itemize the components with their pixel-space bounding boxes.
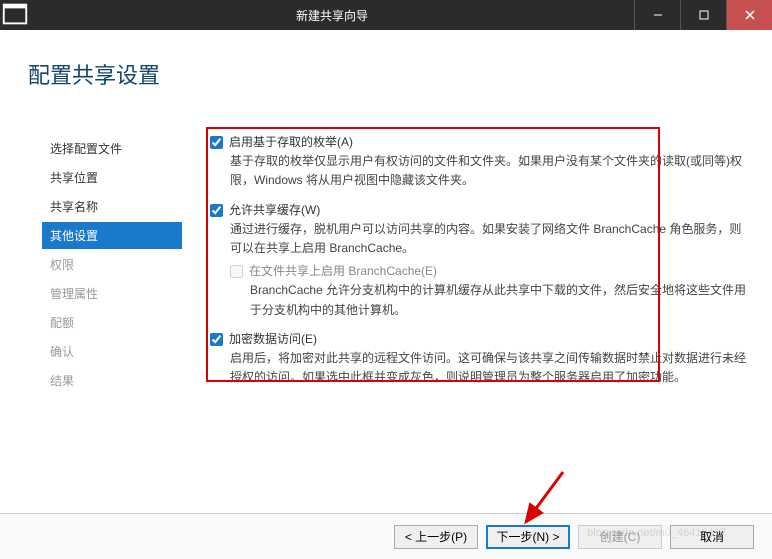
step-quota: 配额 [42, 309, 182, 336]
titlebar: 新建共享向导 [0, 0, 772, 30]
checkbox-access-enumeration[interactable] [210, 136, 223, 149]
option-branchcache: 在文件共享上启用 BranchCache(E) BranchCache 允许分支… [230, 262, 748, 320]
window-controls [634, 0, 772, 30]
step-confirm: 确认 [42, 338, 182, 365]
app-icon [0, 0, 30, 32]
page-title: 配置共享设置 [28, 58, 160, 90]
label-encrypt-data: 加密数据访问(E) [229, 330, 317, 349]
option-allow-caching: 允许共享缓存(W) 通过进行缓存，脱机用户可以访问共享的内容。如果安装了网络文件… [210, 201, 748, 320]
minimize-button[interactable] [634, 0, 680, 30]
label-access-enumeration: 启用基于存取的枚举(A) [229, 133, 353, 152]
step-share-location[interactable]: 共享位置 [42, 164, 182, 191]
maximize-button[interactable] [680, 0, 726, 30]
desc-allow-caching: 通过进行缓存，脱机用户可以访问共享的内容。如果安装了网络文件 BranchCac… [230, 220, 748, 258]
next-button[interactable]: 下一步(N) > [486, 525, 570, 549]
checkbox-branchcache [230, 265, 243, 278]
label-allow-caching: 允许共享缓存(W) [229, 201, 320, 220]
step-permissions: 权限 [42, 251, 182, 278]
close-button[interactable] [726, 0, 772, 30]
step-result: 结果 [42, 367, 182, 394]
option-access-based-enumeration: 启用基于存取的枚举(A) 基于存取的枚举仅显示用户有权访问的文件和文件夹。如果用… [210, 133, 748, 191]
create-button: 创建(C) [578, 525, 662, 549]
wizard-footer: < 上一步(P) 下一步(N) > 创建(C) 取消 [0, 513, 772, 559]
settings-panel: 启用基于存取的枚举(A) 基于存取的枚举仅显示用户有权访问的文件和文件夹。如果用… [210, 133, 748, 397]
content-area: 配置共享设置 选择配置文件 共享位置 共享名称 其他设置 权限 管理属性 配额 … [0, 30, 772, 559]
window-title: 新建共享向导 [30, 7, 634, 24]
checkbox-encrypt-data[interactable] [210, 333, 223, 346]
previous-button[interactable]: < 上一步(P) [394, 525, 478, 549]
step-other-settings[interactable]: 其他设置 [42, 222, 182, 249]
checkbox-allow-caching[interactable] [210, 204, 223, 217]
option-encrypt-data: 加密数据访问(E) 启用后，将加密对此共享的远程文件访问。这可确保与该共享之间传… [210, 330, 748, 388]
wizard-steps: 选择配置文件 共享位置 共享名称 其他设置 权限 管理属性 配额 确认 结果 [42, 135, 182, 396]
cancel-button[interactable]: 取消 [670, 525, 754, 549]
step-management-properties: 管理属性 [42, 280, 182, 307]
step-select-profile[interactable]: 选择配置文件 [42, 135, 182, 162]
desc-encrypt-data: 启用后，将加密对此共享的远程文件访问。这可确保与该共享之间传输数据时禁止对数据进… [230, 349, 748, 387]
label-branchcache: 在文件共享上启用 BranchCache(E) [249, 262, 437, 281]
desc-branchcache: BranchCache 允许分支机构中的计算机缓存从此共享中下载的文件，然后安全… [250, 281, 748, 319]
step-share-name[interactable]: 共享名称 [42, 193, 182, 220]
desc-access-enumeration: 基于存取的枚举仅显示用户有权访问的文件和文件夹。如果用户没有某个文件夹的读取(或… [230, 152, 748, 190]
